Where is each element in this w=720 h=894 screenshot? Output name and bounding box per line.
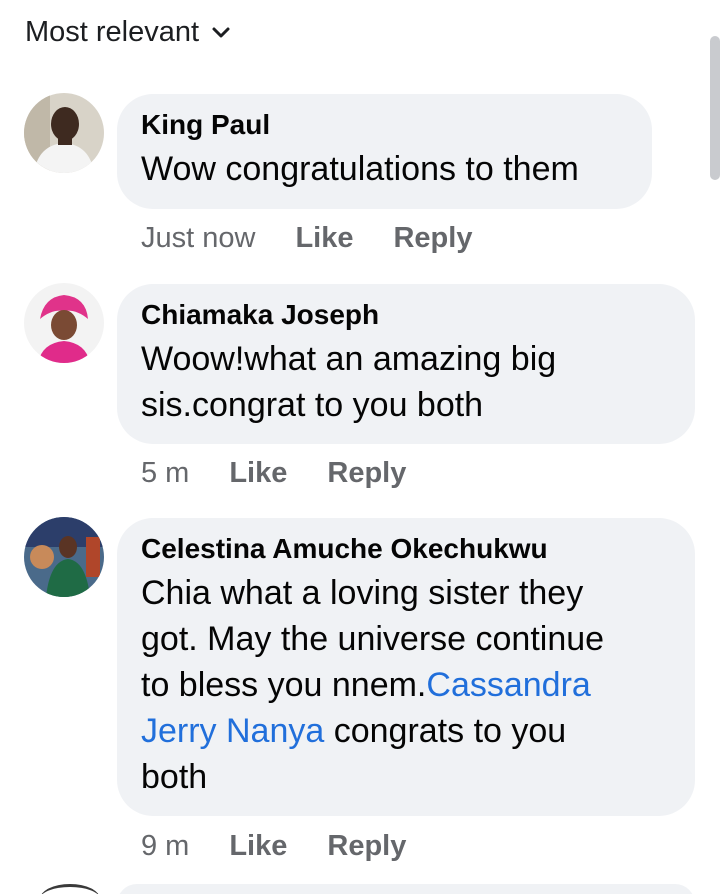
comment-text-line: to bless you nnem.Cassandra xyxy=(141,662,671,708)
sort-dropdown[interactable]: Most relevant xyxy=(25,16,231,49)
comment-actions: 9 m Like Reply xyxy=(141,830,446,863)
reply-button[interactable]: Reply xyxy=(393,222,472,255)
avatar[interactable] xyxy=(24,283,104,363)
comment-text: Wow congratulations to them xyxy=(141,150,579,188)
comment-bubble: Chiamaka Joseph Woow!what an amazing big… xyxy=(117,284,695,444)
like-button[interactable]: Like xyxy=(229,830,287,863)
comment-author[interactable]: King Paul xyxy=(141,108,628,142)
comment-text-line: both xyxy=(141,758,208,796)
comment-text-line: sis.congrat to you both xyxy=(141,386,484,424)
comment-time[interactable]: 5 m xyxy=(141,457,189,490)
comment-text-line: got. May the universe continue xyxy=(141,620,605,658)
comments-page: Most relevant King Paul Wow congratulati… xyxy=(0,0,720,894)
like-button[interactable]: Like xyxy=(295,222,353,255)
comment-text-line: Woow!what an amazing big xyxy=(141,340,557,378)
avatar[interactable] xyxy=(24,93,104,173)
comment-text: Chia what a loving sister they got. May … xyxy=(141,570,671,800)
comment-text-segment: to bless you nnem. xyxy=(141,666,427,704)
comment-actions: 5 m Like Reply xyxy=(141,457,446,490)
like-button[interactable]: Like xyxy=(229,457,287,490)
avatar[interactable] xyxy=(40,884,100,894)
comment-time[interactable]: 9 m xyxy=(141,830,189,863)
scrollbar[interactable] xyxy=(710,36,720,180)
mention-link[interactable]: Cassandra xyxy=(426,666,590,704)
comment-bubble xyxy=(117,884,695,894)
mention-link[interactable]: Jerry Nanya xyxy=(141,712,324,750)
comment-time[interactable]: Just now xyxy=(141,222,255,255)
comment-text: Woow!what an amazing big sis.congrat to … xyxy=(141,336,671,428)
comment-author[interactable]: Celestina Amuche Okechukwu xyxy=(141,532,671,566)
avatar[interactable] xyxy=(24,517,104,597)
comment-bubble: Celestina Amuche Okechukwu Chia what a l… xyxy=(117,518,695,816)
comment-text-line: Chia what a loving sister they xyxy=(141,574,584,612)
sort-label: Most relevant xyxy=(25,16,200,48)
reply-button[interactable]: Reply xyxy=(327,457,406,490)
comment-text-line: Jerry Nanya congrats to you xyxy=(141,708,671,754)
comment-author[interactable]: Chiamaka Joseph xyxy=(141,298,671,332)
comment-actions: Just now Like Reply xyxy=(141,222,512,255)
reply-button[interactable]: Reply xyxy=(327,830,406,863)
chevron-down-icon xyxy=(212,27,230,37)
comment-bubble: King Paul Wow congratulations to them xyxy=(117,94,652,209)
comment-text-segment: congrats to you xyxy=(324,712,567,750)
